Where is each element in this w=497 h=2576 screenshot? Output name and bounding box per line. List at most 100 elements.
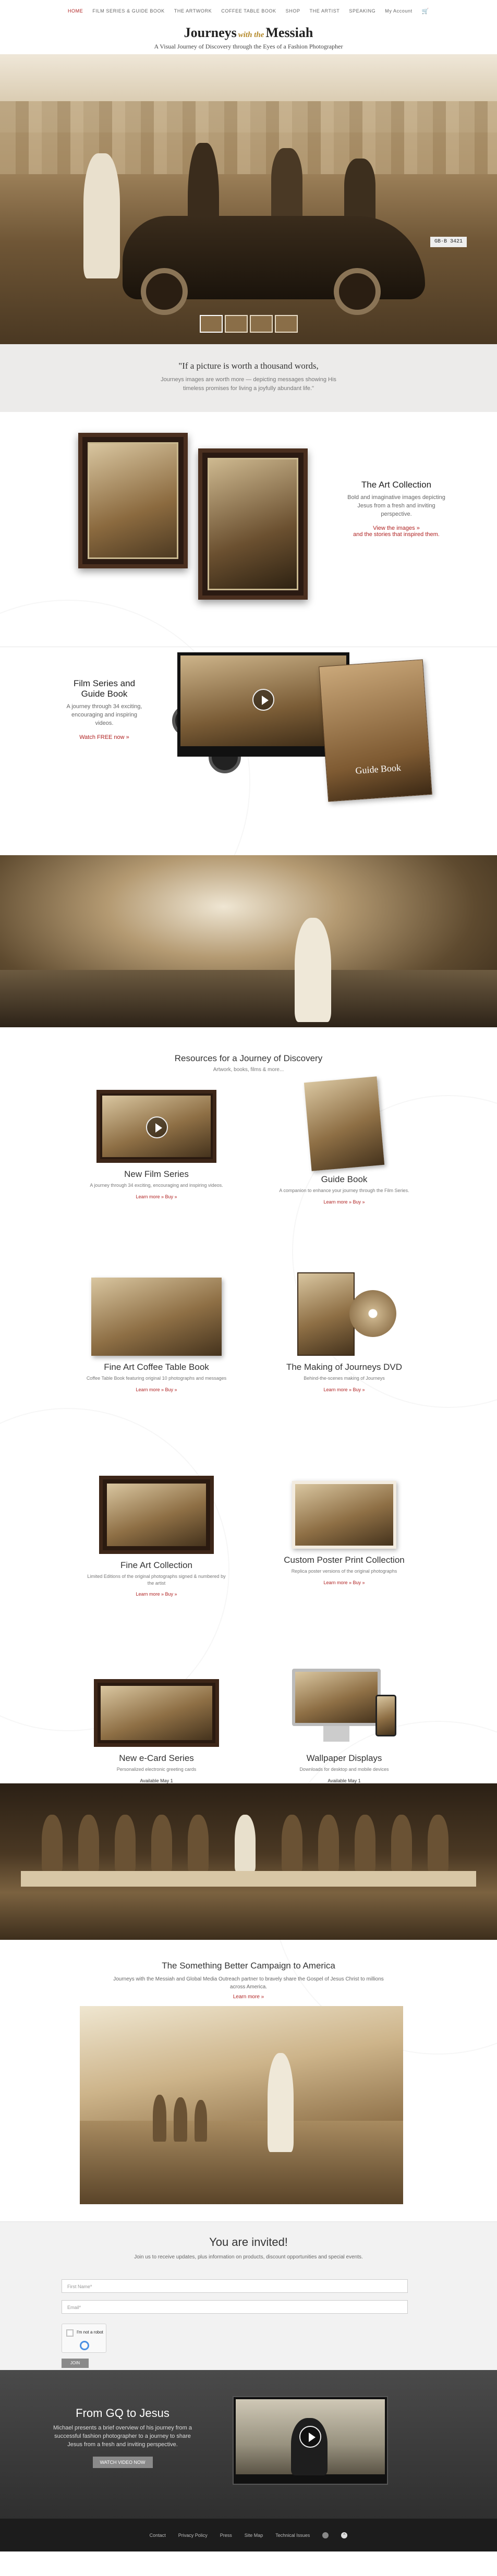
quote-heading: "If a picture is worth a thousand words, <box>178 361 319 371</box>
view-images-link[interactable]: View the images » and the stories that i… <box>344 525 448 538</box>
campaign-title: The Something Better Campaign to America <box>162 1961 335 1971</box>
coffee-table-book-thumbnail[interactable] <box>91 1278 222 1356</box>
supper-figure <box>282 1815 302 1872</box>
campaign-learn-more-link[interactable]: Learn more » <box>0 1994 497 2000</box>
tile-title: Guide Book <box>321 1174 368 1184</box>
supper-figure <box>42 1815 63 1872</box>
license-plate: GB·B 3421 <box>430 237 467 247</box>
footer-link-contact[interactable]: Contact <box>150 2533 166 2538</box>
email-input[interactable]: Email* <box>62 2300 408 2314</box>
film-series-text: Film Series and Guide Book A journey thr… <box>63 678 146 740</box>
learn-buy-link[interactable]: Learn more » Buy » <box>68 1591 245 1597</box>
poster-print-thumbnail[interactable] <box>292 1481 396 1549</box>
tile-desc: Personalized electronic greeting cards <box>116 1767 197 1772</box>
nav-artist[interactable]: THE ARTIST <box>310 8 340 14</box>
tile-title: New Film Series <box>124 1169 189 1179</box>
resources-header: Resources for a Journey of Discovery Art… <box>0 1027 497 1073</box>
wallpaper-thumbnail[interactable] <box>292 1669 396 1747</box>
resource-tile-wallpaper: Wallpaper Displays Downloads for desktop… <box>256 1669 433 1783</box>
slider-thumb[interactable] <box>274 315 298 333</box>
recaptcha-widget: I'm not a robot <box>62 2324 106 2353</box>
resource-tile-poster-print: Custom Poster Print Collection Replica p… <box>256 1481 433 1585</box>
learn-buy-link[interactable]: Learn more » Buy » <box>256 1199 433 1205</box>
tile-desc: Replica poster versions of the original … <box>291 1569 397 1574</box>
learn-buy-link[interactable]: Learn more » Buy » <box>68 1194 245 1199</box>
dvd-thumbnail[interactable] <box>287 1272 402 1356</box>
fine-art-thumbnail[interactable] <box>99 1476 214 1554</box>
learn-buy-link[interactable]: Learn more » Buy » <box>68 1387 245 1392</box>
learn-buy-link[interactable]: Learn more » Buy » <box>256 1387 433 1392</box>
watch-free-link[interactable]: Watch FREE now » <box>63 734 146 740</box>
hero-wheel-front <box>141 268 188 315</box>
back-to-top-icon[interactable]: ^ <box>341 2532 348 2538</box>
gq-to-jesus-section: From GQ to Jesus Michael presents a brie… <box>0 2370 497 2519</box>
supper-table <box>21 1871 476 1887</box>
nav-shop[interactable]: SHOP <box>286 8 300 14</box>
guide-book-thumbnail[interactable] <box>304 1076 385 1171</box>
first-name-input[interactable]: First Name* <box>62 2279 408 2293</box>
nav-coffee-table-book[interactable]: COFFEE TABLE BOOK <box>221 8 276 14</box>
film-series-thumbnail[interactable] <box>96 1090 216 1163</box>
quote-text: Journeys images are worth more — depicti… <box>161 376 336 392</box>
storm-sea <box>0 970 497 1027</box>
availability-label: Available May 1 <box>328 1778 361 1783</box>
resource-tile-guide-book: Guide Book A companion to enhance your j… <box>256 1076 433 1205</box>
quote-band: "If a picture is worth a thousand words,… <box>0 344 497 412</box>
ecard-thumbnail[interactable] <box>94 1679 219 1747</box>
nav-film-series[interactable]: FILM SERIES & GUIDE BOOK <box>92 8 164 14</box>
site-footer: Contact Privacy Policy Press Site Map Te… <box>0 2519 497 2551</box>
tile-desc: Downloads for desktop and mobile devices <box>299 1767 389 1772</box>
invite-title: You are invited! <box>209 2235 288 2249</box>
slider-thumb[interactable] <box>224 315 248 333</box>
supper-figure-center <box>235 1815 256 1872</box>
gq-video-player[interactable] <box>233 2396 388 2485</box>
nav-artwork[interactable]: THE ARTWORK <box>174 8 212 14</box>
cart-icon[interactable]: 🛒 <box>422 8 429 15</box>
footer-link-sitemap[interactable]: Site Map <box>245 2533 263 2538</box>
logo-subtitle: A Visual Journey of Discovery through th… <box>154 43 343 50</box>
play-icon[interactable] <box>146 1116 168 1138</box>
storm-image <box>0 855 497 1027</box>
invite-body: Join us to receive updates, plus informa… <box>134 2254 363 2260</box>
nav-speaking[interactable]: SPEAKING <box>349 8 375 14</box>
footer-link-press[interactable]: Press <box>220 2533 232 2538</box>
slider-thumb[interactable] <box>199 315 223 333</box>
invite-signup-section: You are invited! Join us to receive upda… <box>0 2221 497 2370</box>
supper-figure <box>188 1815 209 1872</box>
footer-link-privacy[interactable]: Privacy Policy <box>178 2533 208 2538</box>
tile-title: The Making of Journeys DVD <box>286 1362 403 1372</box>
guide-book-cover[interactable]: Guide Book <box>319 659 432 802</box>
recaptcha-checkbox[interactable] <box>66 2329 74 2337</box>
hero-slider[interactable]: GB·B 3421 <box>0 54 497 344</box>
film-series-title: Film Series and Guide Book <box>73 678 136 699</box>
art-frame-right[interactable] <box>198 448 308 600</box>
supper-figure <box>318 1815 339 1872</box>
resource-tile-ecard: New e-Card Series Personalized electroni… <box>68 1679 245 1783</box>
play-icon[interactable] <box>252 689 274 711</box>
art-collection-text: The Art Collection Bold and imaginative … <box>344 480 448 538</box>
campaign-image[interactable] <box>80 2006 403 2204</box>
join-button[interactable]: JOIN <box>62 2359 89 2368</box>
tile-title: Fine Art Coffee Table Book <box>104 1362 209 1372</box>
recaptcha-label: I'm not a robot <box>77 2330 103 2335</box>
gq-text: From GQ to Jesus Michael presents a brie… <box>52 2407 193 2468</box>
footer-link-technical[interactable]: Technical Issues <box>275 2533 310 2538</box>
availability-label: Available May 1 <box>140 1778 173 1783</box>
nav-home[interactable]: HOME <box>68 8 83 14</box>
art-frame-left[interactable] <box>78 433 188 568</box>
learn-buy-link[interactable]: Learn more » Buy » <box>256 1580 433 1585</box>
slider-thumb[interactable] <box>249 315 273 333</box>
campaign-section: The Something Better Campaign to America… <box>0 1940 497 2221</box>
tile-title: Fine Art Collection <box>120 1560 192 1570</box>
watch-video-button[interactable]: WATCH VIDEO NOW <box>92 2456 153 2468</box>
nav-my-account[interactable]: My Account <box>385 8 413 14</box>
supper-figure <box>151 1815 172 1872</box>
play-icon[interactable] <box>299 2426 321 2448</box>
facebook-icon[interactable] <box>322 2532 329 2538</box>
film-series-section: Film Series and Guide Book A journey thr… <box>0 647 497 855</box>
tile-title: Wallpaper Displays <box>306 1753 382 1763</box>
resource-tile-film-series: New Film Series A journey through 34 exc… <box>68 1090 245 1199</box>
hero-wheel-rear <box>334 268 381 315</box>
site-logo[interactable]: Journeys with the Messiah A Visual Journey… <box>0 22 497 54</box>
tile-title: Custom Poster Print Collection <box>284 1555 405 1565</box>
